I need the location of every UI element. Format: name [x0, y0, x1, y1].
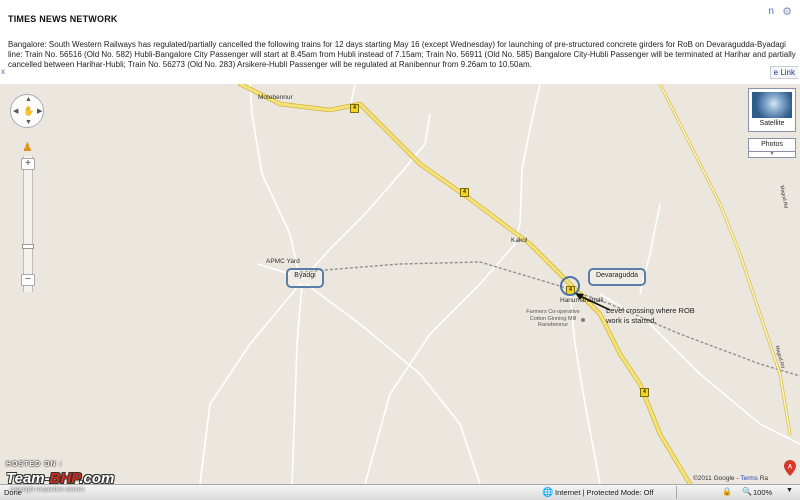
satellite-label: Satellite	[759, 120, 785, 127]
minor-road	[291, 283, 303, 484]
place-label-kakol[interactable]: Kakol	[511, 237, 527, 244]
watermark-copyright: copyright respective owners	[10, 487, 85, 493]
lock-icon[interactable]: 🔒	[722, 487, 732, 496]
minor-road	[302, 113, 431, 280]
chevron-down-icon[interactable]: ▼	[786, 487, 793, 494]
pan-up-icon[interactable]: ▲	[25, 96, 32, 103]
place-label-apmc[interactable]: APMC Yard	[266, 258, 300, 265]
photos-button[interactable]: Photos	[748, 138, 796, 152]
svg-text:A: A	[788, 465, 793, 471]
copyright-tail: Ra	[759, 475, 769, 482]
highway-shield: 4	[460, 188, 469, 197]
minor-road	[249, 84, 301, 280]
link-button[interactable]: e Link	[769, 66, 798, 79]
place-label-devaragudda[interactable]: Devaragudda	[596, 272, 638, 279]
place-label-byadgi[interactable]: Byadgi	[294, 272, 315, 279]
map-roads	[199, 84, 800, 484]
pan-control[interactable]: ▲ ▼ ◀ ▶ ✋	[10, 94, 44, 128]
watermark-hosted: HOSTED ON :	[6, 461, 63, 468]
road-east	[659, 84, 791, 435]
highway-shield: 4	[640, 388, 649, 397]
road-east-edge	[658, 84, 792, 436]
map-copyright: ©2011 Google - Terms Ra	[693, 475, 768, 482]
pegman-icon[interactable]: ♟	[22, 140, 33, 154]
news-article: TIMES NEWS NETWORK n ⚙ Bangalore: South …	[0, 0, 800, 84]
zoom-icon[interactable]: 🔍	[742, 487, 752, 496]
news-source-label: TIMES NEWS NETWORK	[8, 14, 118, 24]
copyright-text: ©2011 Google -	[693, 475, 739, 482]
zoom-slider-knob[interactable]	[22, 244, 34, 249]
terms-link[interactable]: Terms	[740, 475, 758, 482]
chevron-down-icon[interactable]: ▼	[748, 152, 796, 158]
zoom-level[interactable]: 100%	[753, 488, 772, 497]
status-divider	[676, 486, 677, 499]
map-canvas[interactable]: 4 4 4 4 Motebennur Kakol APMC Yard Hanum…	[0, 84, 800, 484]
zoom-out-button[interactable]: −	[21, 274, 35, 286]
devaragudda-highlight: Devaragudda	[588, 268, 646, 286]
hand-icon: ✋	[23, 106, 35, 116]
gear-icon[interactable]: ⚙	[782, 5, 792, 18]
pan-left-icon[interactable]: ◀	[13, 107, 18, 115]
zoom-slider-track[interactable]	[23, 156, 33, 292]
byadgi-highlight: Byadgi	[286, 268, 324, 288]
level-crossing-annotation: Level crossing where ROB work is started…	[606, 306, 695, 325]
pan-right-icon[interactable]: ▶	[37, 107, 42, 115]
security-zone[interactable]: Internet | Protected Mode: Off	[555, 488, 654, 497]
satellite-button[interactable]: Satellite	[748, 88, 796, 132]
minor-road	[305, 283, 481, 484]
map-pin-icon[interactable]: A	[784, 460, 796, 476]
minor-road	[364, 243, 516, 484]
satellite-thumbnail	[752, 92, 792, 118]
minor-road	[199, 283, 301, 484]
pan-down-icon[interactable]: ▼	[25, 119, 32, 126]
zoom-in-button[interactable]: +	[21, 158, 35, 170]
globe-icon: 🌐	[542, 487, 554, 497]
article-body: Bangalore: South Western Railways has re…	[8, 40, 796, 69]
left-fragment[interactable]: x	[1, 67, 5, 76]
minor-road	[513, 84, 541, 245]
place-label-motebennur[interactable]: Motebennur	[258, 94, 293, 101]
farmers-mill-marker	[581, 318, 585, 322]
highway-shield: 4	[350, 104, 359, 113]
browser-status-bar: Done 🌐 Internet | Protected Mode: Off 🔒 …	[0, 484, 800, 500]
corner-letter[interactable]: n	[768, 6, 774, 17]
